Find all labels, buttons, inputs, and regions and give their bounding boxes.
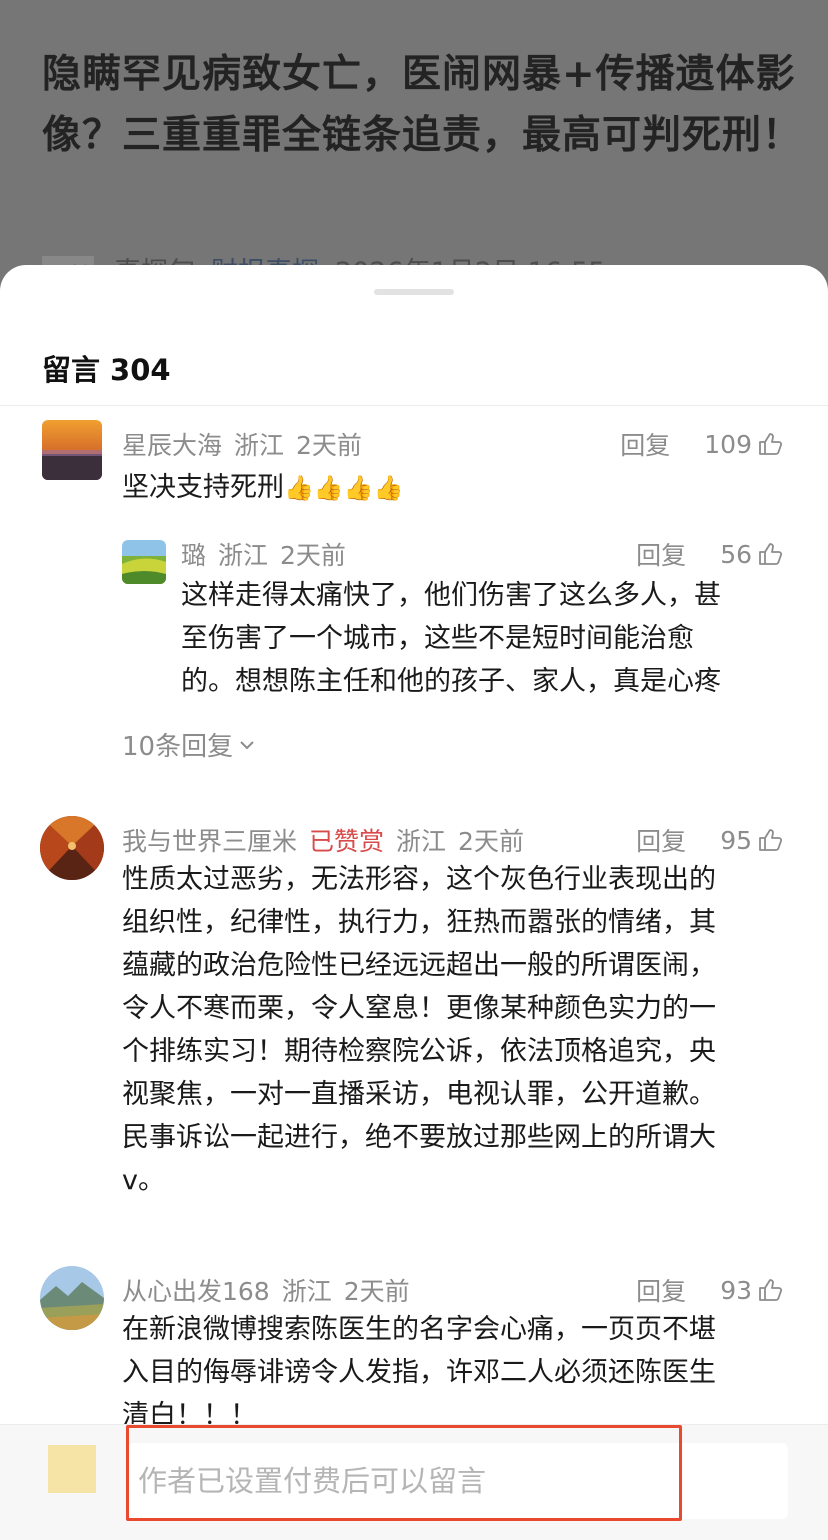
commenter-location: 浙江 <box>396 827 447 856</box>
comment-time: 2天前 <box>343 1277 410 1306</box>
like-count: 95 <box>720 825 752 855</box>
like-count: 56 <box>720 539 752 569</box>
commenter-location: 浙江 <box>281 1277 332 1306</box>
comment-meta: 从心出发168 浙江 2天前 <box>122 1272 422 1308</box>
avatar[interactable] <box>40 1266 104 1330</box>
commenter-name[interactable]: 从心出发168 <box>122 1277 270 1306</box>
comment-text: 在新浪微博搜索陈医生的名字会心痛，一页页不堪 入目的侮辱诽谤令人发指，许邓二人必… <box>122 1314 716 1431</box>
thumbs-up-emoji: 👍 <box>343 474 374 502</box>
comment-meta: 我与世界三厘米 已赞赏 浙江 2天前 <box>122 822 536 858</box>
reply-meta: 璐浙江 2天前 <box>181 536 358 572</box>
replier-name[interactable]: 璐 <box>181 541 206 570</box>
commenter-location: 浙江 <box>234 431 285 460</box>
commenter-name[interactable]: 星辰大海 <box>122 431 222 460</box>
comment-time: 2天前 <box>458 827 524 856</box>
like-icon[interactable] <box>756 430 784 458</box>
like-icon[interactable] <box>756 1276 784 1304</box>
comments-sheet: 留言 304 星辰大海 浙江 2天前 回复 109 坚决支持死刑👍👍👍👍 璐 浙… <box>0 265 828 1540</box>
avatar-sunset-image <box>42 420 102 480</box>
article-title: 隐瞒罕见病致女亡，医闹网暴+传播遗体影像？三重重罪全链条追责，最高可判死刑！ <box>42 52 803 158</box>
reply-button[interactable]: 回复 <box>620 426 670 462</box>
thumbs-up-emoji: 👍 <box>284 474 314 502</box>
reply-button[interactable]: 回复 <box>636 1272 686 1308</box>
reply-button[interactable]: 回复 <box>636 822 686 858</box>
chevron-down-icon <box>240 740 254 749</box>
reply-actions: 回复 56 <box>636 536 784 572</box>
user-avatar <box>48 1445 96 1493</box>
reply-button[interactable]: 回复 <box>636 536 686 572</box>
comment-actions: 回复 95 <box>636 822 784 858</box>
commenter-name[interactable]: 我与世界三厘米 <box>122 827 297 856</box>
avatar[interactable] <box>42 420 102 480</box>
avatar-field-image <box>122 540 166 584</box>
comments-title: 留言 <box>42 353 101 387</box>
comment-text: 坚决支持死刑👍👍👍👍 <box>122 472 404 503</box>
expand-replies-button[interactable]: 10条回复 <box>122 726 257 763</box>
replier-location: 浙江 <box>218 541 269 570</box>
avatar[interactable] <box>40 816 104 880</box>
avatar-tunnel-image <box>40 816 104 880</box>
comments-header: 留言 304 <box>42 347 171 389</box>
reward-badge: 已赞赏 <box>309 827 385 856</box>
sheet-drag-handle[interactable] <box>374 289 454 295</box>
like-icon[interactable] <box>756 826 784 854</box>
comment-input[interactable]: 作者已设置付费后可以留言 <box>128 1443 788 1519</box>
like-icon[interactable] <box>756 540 784 568</box>
comment-actions: 回复 109 <box>620 426 784 462</box>
reply-text: 这样走得太痛快了，他们伤害了这么多人，甚 至伤害了一个城市，这些不是短时间能治愈… <box>181 580 721 697</box>
comment-text: 性质太过恶劣，无法形容，这个灰色行业表现出的 组织性，纪律性，执行力，狂热而嚣张… <box>122 864 716 1196</box>
like-count: 93 <box>720 1275 752 1305</box>
thumbs-up-emoji: 👍 <box>373 474 404 502</box>
reply-time: 2天前 <box>280 541 346 570</box>
like-count: 109 <box>704 429 752 459</box>
comments-count: 304 <box>110 353 171 387</box>
comment-time: 2天前 <box>296 431 362 460</box>
avatar[interactable] <box>122 540 166 584</box>
thumbs-up-emoji: 👍 <box>313 474 344 502</box>
comment-input-bar: 作者已设置付费后可以留言 <box>0 1424 828 1540</box>
avatar-mountain-image <box>40 1266 104 1330</box>
comment-actions: 回复 93 <box>636 1272 784 1308</box>
header-divider <box>0 405 828 406</box>
comment-meta: 星辰大海 浙江 2天前 <box>122 426 374 462</box>
